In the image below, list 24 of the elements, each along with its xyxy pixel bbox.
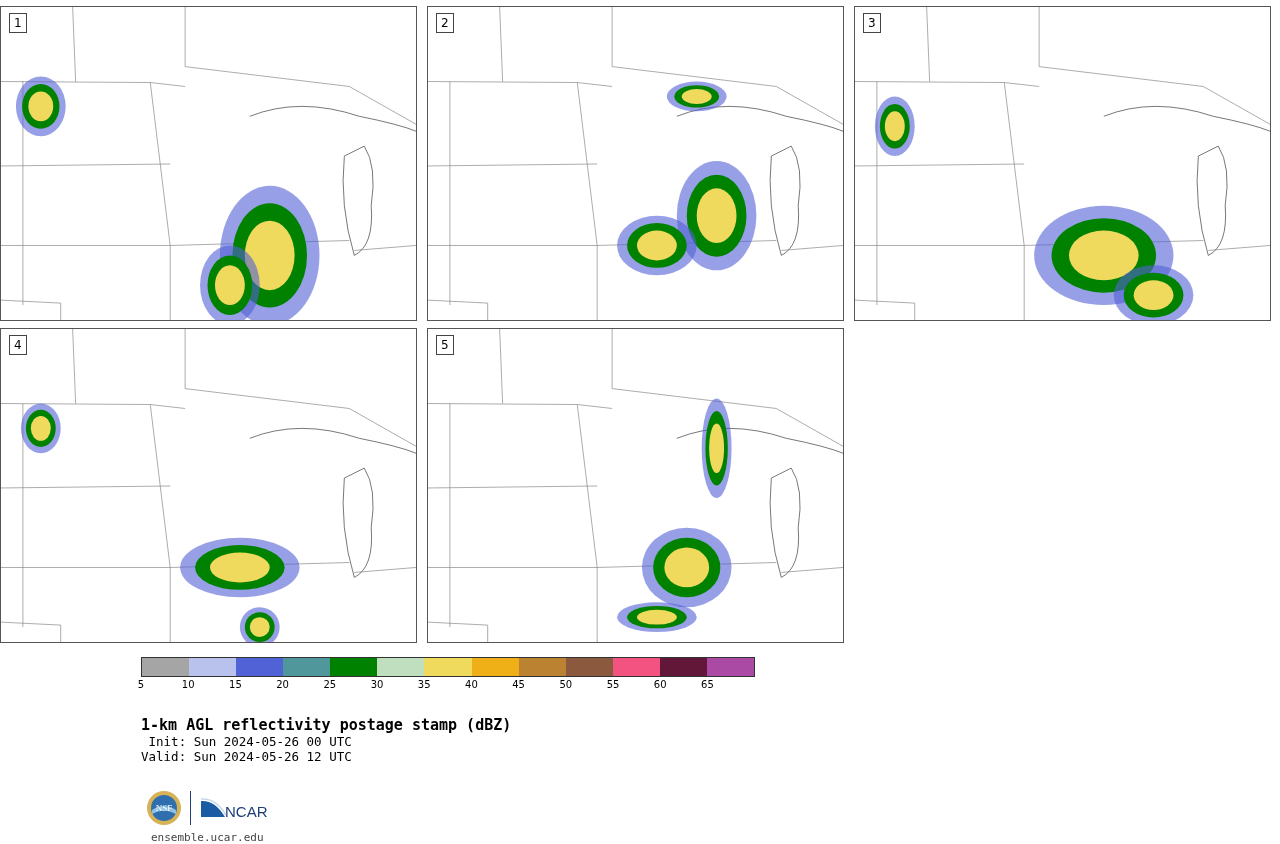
chart-title: 1-km AGL reflectivity postage stamp (dBZ): [141, 716, 512, 734]
panel-number: 2: [436, 13, 454, 33]
panel-number: 1: [9, 13, 27, 33]
init-time: Init: Sun 2024-05-26 00 UTC: [147, 734, 353, 749]
tick-label: 50: [559, 679, 573, 690]
valid-time: Valid: Sun 2024-05-26 12 UTC: [141, 749, 353, 764]
tick-label: 30: [370, 679, 384, 690]
tick-label: 15: [229, 679, 242, 690]
tick-label: 25: [323, 679, 337, 690]
panel-number: 5: [436, 335, 454, 355]
tick-label: 10: [181, 679, 195, 690]
ncar-logo: NCAR: [199, 797, 273, 819]
tick-label: 60: [653, 679, 667, 690]
tick-label: 45: [512, 679, 525, 690]
tick-label: 5: [137, 679, 145, 690]
website-link[interactable]: ensemble.ucar.edu: [151, 831, 264, 844]
panel-number: 4: [9, 335, 27, 355]
tick-label: 40: [465, 679, 478, 690]
nsf-logo: NSF: [146, 790, 182, 826]
tick-label: 65: [701, 679, 714, 690]
tick-label: 35: [417, 679, 431, 690]
tick-label: 55: [606, 679, 620, 690]
panel-number: 3: [863, 13, 881, 33]
tick-label: 20: [276, 679, 289, 690]
